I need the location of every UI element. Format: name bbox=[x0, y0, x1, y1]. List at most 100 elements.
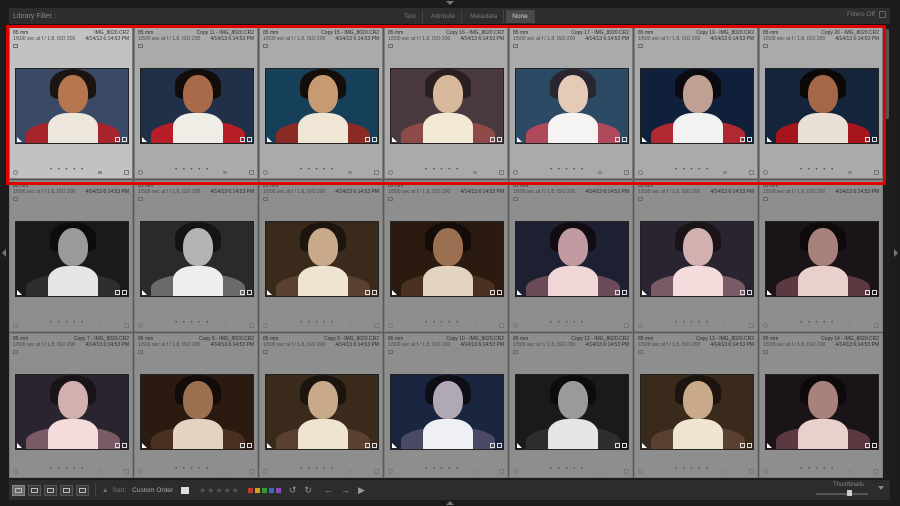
rating-dots[interactable]: • • • • • bbox=[425, 466, 460, 472]
rotate-left-cell-icon[interactable] bbox=[513, 469, 518, 474]
rotate-right-cell-icon[interactable] bbox=[499, 170, 504, 175]
tab-metadata[interactable]: Metadata bbox=[464, 10, 505, 23]
photo-thumbnail[interactable] bbox=[265, 221, 379, 297]
rotate-right-cell-icon[interactable] bbox=[374, 469, 379, 474]
rating-dots[interactable]: • • • • • bbox=[675, 167, 710, 173]
grid-scrollbar[interactable] bbox=[883, 27, 890, 478]
color-label-cell-icon[interactable] bbox=[223, 324, 227, 327]
metadata-badge-icon[interactable] bbox=[138, 197, 143, 201]
rating-dots[interactable]: • • • • • bbox=[300, 320, 335, 326]
rotate-right-cell-icon[interactable] bbox=[749, 323, 754, 328]
loupe-view-button[interactable] bbox=[28, 484, 41, 496]
photo-thumbnail[interactable] bbox=[15, 68, 129, 144]
metadata-badge-icon[interactable] bbox=[263, 350, 268, 354]
painter-icon[interactable]: ▲ bbox=[102, 487, 108, 494]
grid-cell[interactable]: 85 mm 1/500 sec at f / 1.8, ISO 200 4/14… bbox=[9, 180, 133, 332]
rating-dots[interactable]: • • • • • bbox=[550, 466, 585, 472]
rating-dots[interactable]: • • • • • bbox=[50, 320, 85, 326]
metadata-badge-icon[interactable] bbox=[138, 350, 143, 354]
grid-cell[interactable]: 85 mm 1/500 sec at f / 1.8, ISO 200 4/14… bbox=[384, 180, 508, 332]
metadata-badge-icon[interactable] bbox=[513, 350, 518, 354]
rotate-right-cell-icon[interactable] bbox=[124, 170, 129, 175]
grid-cell[interactable]: 85 mm Copy 12 - IMG_8020.CR2 1/500 sec a… bbox=[509, 333, 633, 478]
rotate-left-cell-icon[interactable] bbox=[638, 170, 643, 175]
metadata-badge-icon[interactable] bbox=[263, 44, 268, 48]
photo-thumbnail[interactable] bbox=[765, 68, 879, 144]
survey-view-button[interactable] bbox=[60, 484, 73, 496]
rotate-right-cell-icon[interactable] bbox=[124, 469, 129, 474]
color-label-cell-icon[interactable] bbox=[98, 470, 102, 473]
metadata-badge-icon[interactable] bbox=[138, 44, 143, 48]
color-label-cell-icon[interactable] bbox=[473, 171, 477, 174]
grid-cell[interactable]: 85 mm Copy 11 - IMG_8020.CR2 1/500 sec a… bbox=[134, 27, 258, 179]
color-label-cell-icon[interactable] bbox=[848, 470, 852, 473]
rating-dots[interactable]: • • • • • bbox=[675, 466, 710, 472]
grid-cell[interactable]: 85 mm 1/500 sec at f / 1.8, ISO 200 4/14… bbox=[759, 180, 883, 332]
grid-view-button[interactable] bbox=[12, 484, 25, 496]
photo-thumbnail[interactable] bbox=[390, 68, 504, 144]
rotate-right-cell-icon[interactable] bbox=[624, 323, 629, 328]
photo-thumbnail[interactable] bbox=[640, 221, 754, 297]
color-label-cell-icon[interactable] bbox=[848, 171, 852, 174]
rating-dots[interactable]: • • • • • bbox=[425, 167, 460, 173]
metadata-badge-icon[interactable] bbox=[513, 44, 518, 48]
color-label-cell-icon[interactable] bbox=[598, 324, 602, 327]
metadata-badge-icon[interactable] bbox=[638, 197, 643, 201]
metadata-badge-icon[interactable] bbox=[638, 44, 643, 48]
previous-photo-icon[interactable]: ← bbox=[324, 485, 333, 495]
rotate-left-icon[interactable]: ↺ bbox=[289, 485, 297, 496]
thumbnail-size-knob[interactable] bbox=[847, 490, 852, 496]
rotate-left-cell-icon[interactable] bbox=[13, 469, 18, 474]
grid-cell[interactable]: 85 mm 1/500 sec at f / 1.8, ISO 200 4/14… bbox=[509, 180, 633, 332]
photo-thumbnail[interactable] bbox=[765, 221, 879, 297]
rating-dots[interactable]: • • • • • bbox=[800, 466, 835, 472]
sort-order-select[interactable]: Custom Order bbox=[132, 487, 173, 494]
rotate-left-cell-icon[interactable] bbox=[513, 323, 518, 328]
lock-icon[interactable] bbox=[879, 11, 886, 18]
color-label-cell-icon[interactable] bbox=[598, 470, 602, 473]
rating-dots[interactable]: • • • • • bbox=[50, 466, 85, 472]
photo-thumbnail[interactable] bbox=[640, 374, 754, 450]
filmstrip-toggle[interactable] bbox=[444, 500, 456, 506]
grid-cell[interactable]: 85 mm IMG_8020.CR2 1/500 sec at f / 1.8,… bbox=[9, 27, 133, 179]
color-label-cell-icon[interactable] bbox=[473, 470, 477, 473]
color-label-cell-icon[interactable] bbox=[98, 324, 102, 327]
grid-cell[interactable]: 85 mm Copy 8 - IMG_8020.CR2 1/500 sec at… bbox=[134, 333, 258, 478]
color-label-cell-icon[interactable] bbox=[223, 470, 227, 473]
rotate-right-cell-icon[interactable] bbox=[374, 170, 379, 175]
right-panel-toggle[interactable] bbox=[892, 247, 900, 259]
rotate-left-cell-icon[interactable] bbox=[13, 170, 18, 175]
play-slideshow-icon[interactable]: ▶ bbox=[358, 485, 365, 496]
grid-cell[interactable]: 85 mm Copy 10 - IMG_8020.CR2 1/500 sec a… bbox=[384, 333, 508, 478]
grid-cell[interactable]: 85 mm 1/500 sec at f / 1.8, ISO 200 4/14… bbox=[259, 180, 383, 332]
grid-cell[interactable]: 85 mm Copy 20 - IMG_8020.CR2 1/500 sec a… bbox=[759, 27, 883, 179]
rotate-left-cell-icon[interactable] bbox=[763, 469, 768, 474]
rating-dots[interactable]: • • • • • bbox=[175, 466, 210, 472]
rating-dots[interactable]: • • • • • bbox=[175, 320, 210, 326]
photo-thumbnail[interactable] bbox=[515, 374, 629, 450]
metadata-badge-icon[interactable] bbox=[388, 197, 393, 201]
rotate-left-cell-icon[interactable] bbox=[388, 323, 393, 328]
filter-preset[interactable]: Filters Off bbox=[847, 11, 886, 18]
rotate-right-cell-icon[interactable] bbox=[874, 170, 879, 175]
metadata-badge-icon[interactable] bbox=[763, 197, 768, 201]
color-label-cell-icon[interactable] bbox=[598, 171, 602, 174]
photo-thumbnail[interactable] bbox=[515, 221, 629, 297]
metadata-badge-icon[interactable] bbox=[13, 197, 18, 201]
color-label-cell-icon[interactable] bbox=[723, 324, 727, 327]
photo-thumbnail[interactable] bbox=[390, 221, 504, 297]
grid-cell[interactable]: 85 mm Copy 17 - IMG_8020.CR2 1/500 sec a… bbox=[509, 27, 633, 179]
rotate-right-cell-icon[interactable] bbox=[874, 469, 879, 474]
rating-dots[interactable]: • • • • • bbox=[550, 167, 585, 173]
color-label-cell-icon[interactable] bbox=[348, 324, 352, 327]
grid-cell[interactable]: 85 mm Copy 7 - IMG_8020.CR2 1/500 sec at… bbox=[9, 333, 133, 478]
next-photo-icon[interactable]: → bbox=[341, 485, 350, 495]
photo-thumbnail[interactable] bbox=[15, 374, 129, 450]
rotate-left-cell-icon[interactable] bbox=[263, 469, 268, 474]
tab-text[interactable]: Text bbox=[398, 10, 423, 23]
photo-thumbnail[interactable] bbox=[140, 374, 254, 450]
color-label-yellow[interactable] bbox=[254, 487, 260, 493]
rotate-left-cell-icon[interactable] bbox=[638, 323, 643, 328]
rotate-left-cell-icon[interactable] bbox=[138, 469, 143, 474]
tab-attribute[interactable]: Attribute bbox=[425, 10, 463, 23]
